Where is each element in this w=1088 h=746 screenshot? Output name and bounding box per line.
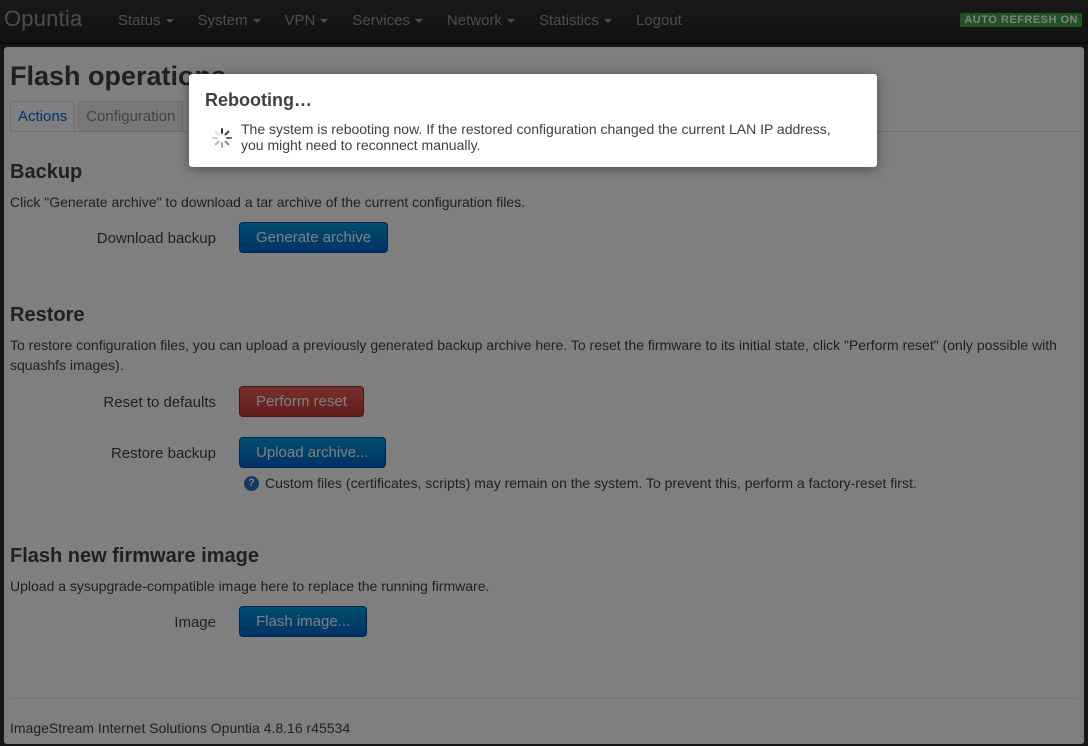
rebooting-dialog: Rebooting… The system is rebooting now. … <box>189 74 877 167</box>
dialog-title: Rebooting… <box>205 90 312 110</box>
spinner-icon <box>212 128 232 148</box>
dialog-message: The system is rebooting now. If the rest… <box>241 121 831 153</box>
